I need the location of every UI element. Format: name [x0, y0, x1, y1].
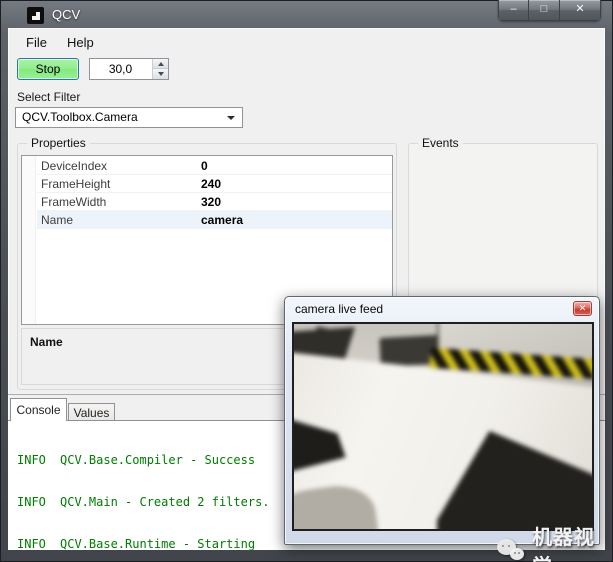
log-message: QCV.Main - Created 2 filters. — [60, 495, 270, 509]
qcv-main-window: QCV – □ ✕ File Help Stop 30,0 Select Fil… — [0, 0, 613, 562]
bubble-eye — [518, 552, 520, 554]
bubble-eye — [514, 552, 516, 554]
property-rows: DeviceIndex 0 FrameHeight 240 FrameWidth… — [37, 157, 392, 229]
spinner-value: 30,0 — [90, 59, 151, 79]
spinner-down-button[interactable] — [153, 69, 168, 79]
tab-values[interactable]: Values — [68, 403, 115, 421]
spinner-up-icon — [158, 62, 164, 66]
property-name: DeviceIndex — [37, 159, 201, 173]
bubble-eye — [502, 545, 504, 547]
spinner-up-button[interactable] — [153, 59, 168, 69]
console-line: INFOQCV.Main - Created 2 filters. — [17, 495, 270, 509]
events-group-label: Events — [418, 136, 463, 150]
property-name: FrameWidth — [37, 195, 201, 209]
spinner-down-icon — [158, 72, 164, 76]
property-name: Name — [37, 213, 201, 227]
log-message: QCV.Base.Compiler - Success — [60, 453, 255, 467]
close-button[interactable]: ✕ — [560, 0, 601, 21]
tab-console[interactable]: Console — [10, 398, 67, 421]
chat-bubble-small — [510, 548, 524, 560]
property-grid-gutter — [22, 156, 36, 324]
window-title: QCV — [52, 7, 80, 22]
wechat-bubbles-icon — [497, 538, 526, 562]
bubble-eye — [508, 545, 510, 547]
interval-spinner[interactable]: 30,0 — [89, 58, 169, 80]
camera-feed-title: camera live feed — [295, 302, 383, 316]
qcv-app-icon — [27, 7, 44, 24]
log-level: INFO — [17, 453, 60, 467]
property-value: camera — [201, 213, 243, 227]
menu-file[interactable]: File — [16, 31, 57, 54]
title-bar[interactable]: QCV – □ ✕ — [0, 0, 613, 28]
property-value: 0 — [201, 159, 208, 173]
minimize-icon: – — [510, 4, 516, 15]
close-icon: ✕ — [575, 4, 584, 15]
table-row[interactable]: FrameHeight 240 — [37, 175, 392, 193]
table-row-selected[interactable]: Name camera — [37, 211, 392, 229]
menu-bar: File Help — [16, 30, 104, 54]
filter-combobox[interactable]: QCV.Toolbox.Camera — [15, 107, 243, 128]
chevron-down-icon — [227, 116, 235, 120]
minimize-button[interactable]: – — [498, 0, 529, 21]
window-controls: – □ ✕ — [498, 0, 601, 21]
camera-feed-window[interactable]: camera live feed ✕ — [284, 296, 600, 545]
watermark: 机器视觉 — [497, 521, 613, 562]
properties-group-label: Properties — [27, 136, 90, 150]
filter-combobox-value: QCV.Toolbox.Camera — [22, 108, 222, 127]
maximize-icon: □ — [541, 4, 548, 15]
watermark-text: 机器视觉 — [532, 521, 613, 562]
property-value: 240 — [201, 177, 221, 191]
stop-button[interactable]: Stop — [17, 58, 79, 80]
camera-feed-close-button[interactable]: ✕ — [573, 301, 592, 316]
camera-scene-layers — [294, 324, 592, 529]
table-row[interactable]: DeviceIndex 0 — [37, 157, 392, 175]
close-icon: ✕ — [579, 303, 587, 313]
console-line: INFOQCV.Base.Compiler - Success — [17, 453, 270, 467]
camera-feed-viewport — [292, 322, 594, 531]
select-filter-label: Select Filter — [17, 90, 80, 104]
console-output: INFOQCV.Base.Compiler - Success INFOQCV.… — [17, 425, 270, 562]
menu-help[interactable]: Help — [57, 31, 104, 54]
property-name: FrameHeight — [37, 177, 201, 191]
spinner-arrows — [152, 59, 168, 79]
maximize-button[interactable]: □ — [529, 0, 560, 21]
console-line: INFOQCV.Base.Runtime - Starting — [17, 537, 270, 551]
qcv-app-icon-dot — [32, 12, 36, 16]
property-value: 320 — [201, 195, 221, 209]
log-level: INFO — [17, 495, 60, 509]
log-message: QCV.Base.Runtime - Starting — [60, 537, 255, 551]
camera-feed-image — [294, 324, 592, 529]
log-level: INFO — [17, 537, 60, 551]
table-row[interactable]: FrameWidth 320 — [37, 193, 392, 211]
